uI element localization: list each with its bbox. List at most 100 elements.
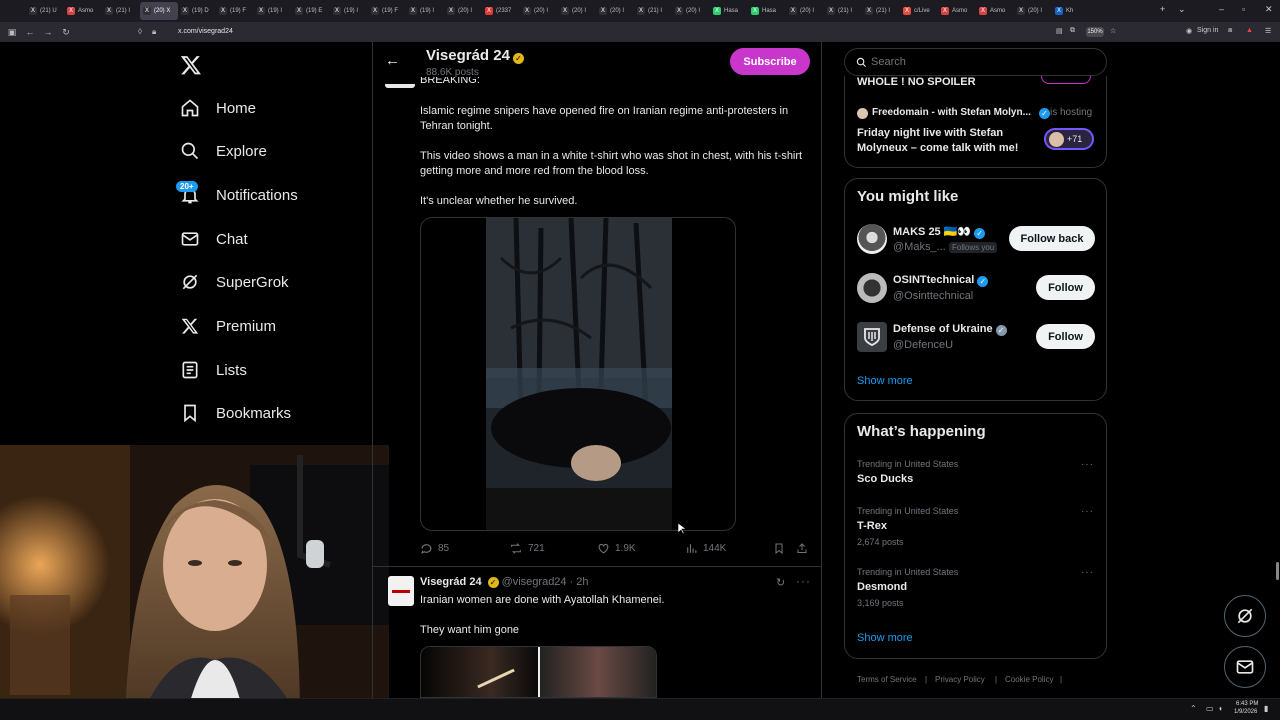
bookmark-tweet-icon[interactable] <box>773 542 785 560</box>
browser-tab[interactable]: X (19) E <box>292 2 330 20</box>
trend-name-2[interactable]: Desmond <box>857 581 907 593</box>
browser-tab[interactable]: X Hasa <box>710 2 748 20</box>
follow-back-button[interactable]: Follow back <box>1009 226 1095 251</box>
tweet-avatar[interactable] <box>385 84 415 88</box>
back-icon[interactable]: ← <box>22 27 38 37</box>
trend-more-icon[interactable]: ··· <box>1081 567 1094 578</box>
messages-fab-button[interactable] <box>1224 646 1266 688</box>
suggestion-handle-0[interactable]: @Maks_... <box>893 241 946 253</box>
spaces-card[interactable]: WHOLE ! NO SPOILER Freedomain - with Ste… <box>844 76 1107 168</box>
show-more-trends[interactable]: Show more <box>857 632 913 644</box>
nav-explore[interactable]: Explore <box>180 141 267 161</box>
views-button[interactable]: 144K <box>685 542 726 555</box>
browser-tab[interactable]: X Hasa <box>748 2 786 20</box>
nav-lists[interactable]: Lists <box>180 360 247 380</box>
clock-time[interactable]: 6:43 PM <box>1236 701 1258 707</box>
zoom-level[interactable]: 150% <box>1086 27 1104 37</box>
notification-center-icon[interactable]: ▮ <box>1264 704 1268 713</box>
user-avatar-maks[interactable] <box>857 224 887 254</box>
browser-tab[interactable]: X Asmo <box>976 2 1014 20</box>
new-tab-icon[interactable]: + <box>1160 4 1165 14</box>
reload-icon[interactable]: ↻ <box>58 27 74 38</box>
browser-tab[interactable]: X (20) I <box>672 2 710 20</box>
follow-button-osint[interactable]: Follow <box>1036 275 1095 300</box>
cookie-link[interactable]: Cookie Policy <box>1005 675 1053 684</box>
browser-tab[interactable]: X (20) I <box>558 2 596 20</box>
menu-icon[interactable]: ☰ <box>1265 27 1271 35</box>
grok-fab-button[interactable] <box>1224 595 1266 637</box>
browser-tab[interactable]: X (19) I <box>254 2 292 20</box>
extensions-icon[interactable]: ⧈ <box>1228 27 1232 35</box>
suggestion-name-0[interactable]: MAKS 25 🇺🇦👀 ✓ <box>893 225 986 239</box>
reply-button[interactable]: 85 <box>420 542 449 555</box>
browser-tab[interactable]: X (20) I <box>444 2 482 20</box>
page-scrollbar[interactable] <box>1276 562 1279 580</box>
lock-icon[interactable]: 🔒︎ <box>152 27 156 37</box>
browser-tab[interactable]: X (21) I <box>862 2 900 20</box>
browser-tab[interactable]: X (19) F <box>368 2 406 20</box>
nav-premium[interactable]: Premium <box>180 316 276 336</box>
browser-tab[interactable]: X (21) I <box>102 2 140 20</box>
privacy-link[interactable]: Privacy Policy <box>935 675 985 684</box>
shield-icon[interactable]: ◊ <box>138 27 142 36</box>
browser-tab[interactable]: X (20) I <box>786 2 824 20</box>
nav-bookmarks[interactable]: Bookmarks <box>180 403 291 423</box>
tweet2-handle[interactable]: @visegrad24 <box>502 576 567 588</box>
browser-tab[interactable]: X (20) I <box>1014 2 1052 20</box>
browser-tab[interactable]: X (19) D <box>178 2 216 20</box>
user-avatar-osint[interactable] <box>857 273 887 303</box>
show-more-suggestions[interactable]: Show more <box>857 375 913 387</box>
browser-tab[interactable]: X (19) I <box>330 2 368 20</box>
browser-tab[interactable]: X (21) I <box>634 2 672 20</box>
tweet-video[interactable] <box>420 217 736 531</box>
follow-button-defence[interactable]: Follow <box>1036 324 1095 349</box>
star-icon[interactable]: ☆ <box>1110 27 1116 35</box>
browser-tab[interactable]: X Asmo <box>938 2 976 20</box>
close-window-icon[interactable]: ✕ <box>1265 4 1273 15</box>
suggestion-name-2[interactable]: Defense of Ukraine ✓ <box>893 323 1007 336</box>
tweet2-author[interactable]: Visegrád 24 <box>420 576 482 588</box>
nav-home[interactable]: Home <box>180 98 256 118</box>
nav-chat[interactable]: Chat <box>180 229 248 249</box>
suggestion-name-1[interactable]: OSINTtechnical ✓ <box>893 274 989 287</box>
nav-notifications[interactable]: Notifications <box>180 185 298 205</box>
browser-tab[interactable]: X (19) I <box>406 2 444 20</box>
tab-list-icon[interactable]: ⌄ <box>1178 4 1186 15</box>
tweet2-image-1[interactable] <box>421 647 538 697</box>
user-avatar-defence[interactable] <box>857 322 887 352</box>
terms-link[interactable]: Terms of Service <box>857 675 917 684</box>
suggestion-handle-2[interactable]: @DefenceU <box>893 339 953 351</box>
minimize-icon[interactable]: – <box>1219 4 1224 14</box>
repost-button[interactable]: 721 <box>509 542 545 555</box>
reader-icon[interactable]: ▤ <box>1056 27 1063 35</box>
trend-more-icon[interactable]: ··· <box>1081 459 1094 470</box>
forward-icon[interactable]: → <box>40 27 56 37</box>
more-options-icon[interactable]: ··· <box>796 574 811 588</box>
sign-in-link[interactable]: Sign in <box>1197 27 1218 34</box>
trend-name-0[interactable]: Sco Ducks <box>857 473 913 485</box>
browser-tab[interactable]: X (21) U <box>26 2 64 20</box>
clock-date[interactable]: 1/9/2026 <box>1234 709 1257 715</box>
maximize-icon[interactable]: ▫ <box>1242 4 1245 14</box>
back-arrow-icon[interactable]: ← <box>385 52 400 69</box>
like-button[interactable]: 1.9K <box>597 542 636 555</box>
tweet2-image-2[interactable] <box>539 647 656 697</box>
search-input[interactable] <box>871 54 1091 70</box>
url-input[interactable]: x.com/visegrad24 <box>178 28 233 35</box>
account-icon[interactable]: ◉ <box>1186 27 1192 35</box>
search-box[interactable] <box>844 48 1107 76</box>
subscribe-button[interactable]: Subscribe <box>730 48 810 75</box>
sidebar-toggle-icon[interactable]: ▣ <box>4 27 20 38</box>
share-icon[interactable] <box>796 542 808 560</box>
pip-icon[interactable]: ⧉ <box>1070 27 1075 35</box>
browser-tab[interactable]: Xc/Live <box>900 2 938 20</box>
trend-more-icon[interactable]: ··· <box>1081 506 1094 517</box>
browser-tab[interactable]: X (21) I <box>824 2 862 20</box>
network-icon[interactable]: ▭ <box>1206 704 1214 713</box>
browser-tab[interactable]: X (20) I <box>596 2 634 20</box>
tweet2-time[interactable]: · 2h <box>570 576 589 588</box>
tray-chevron-icon[interactable]: ⌃ <box>1190 704 1197 713</box>
x-logo-icon[interactable] <box>180 54 202 76</box>
listeners-pill[interactable]: +71 <box>1044 128 1094 150</box>
volume-icon[interactable]: ◖ <box>1218 704 1223 713</box>
